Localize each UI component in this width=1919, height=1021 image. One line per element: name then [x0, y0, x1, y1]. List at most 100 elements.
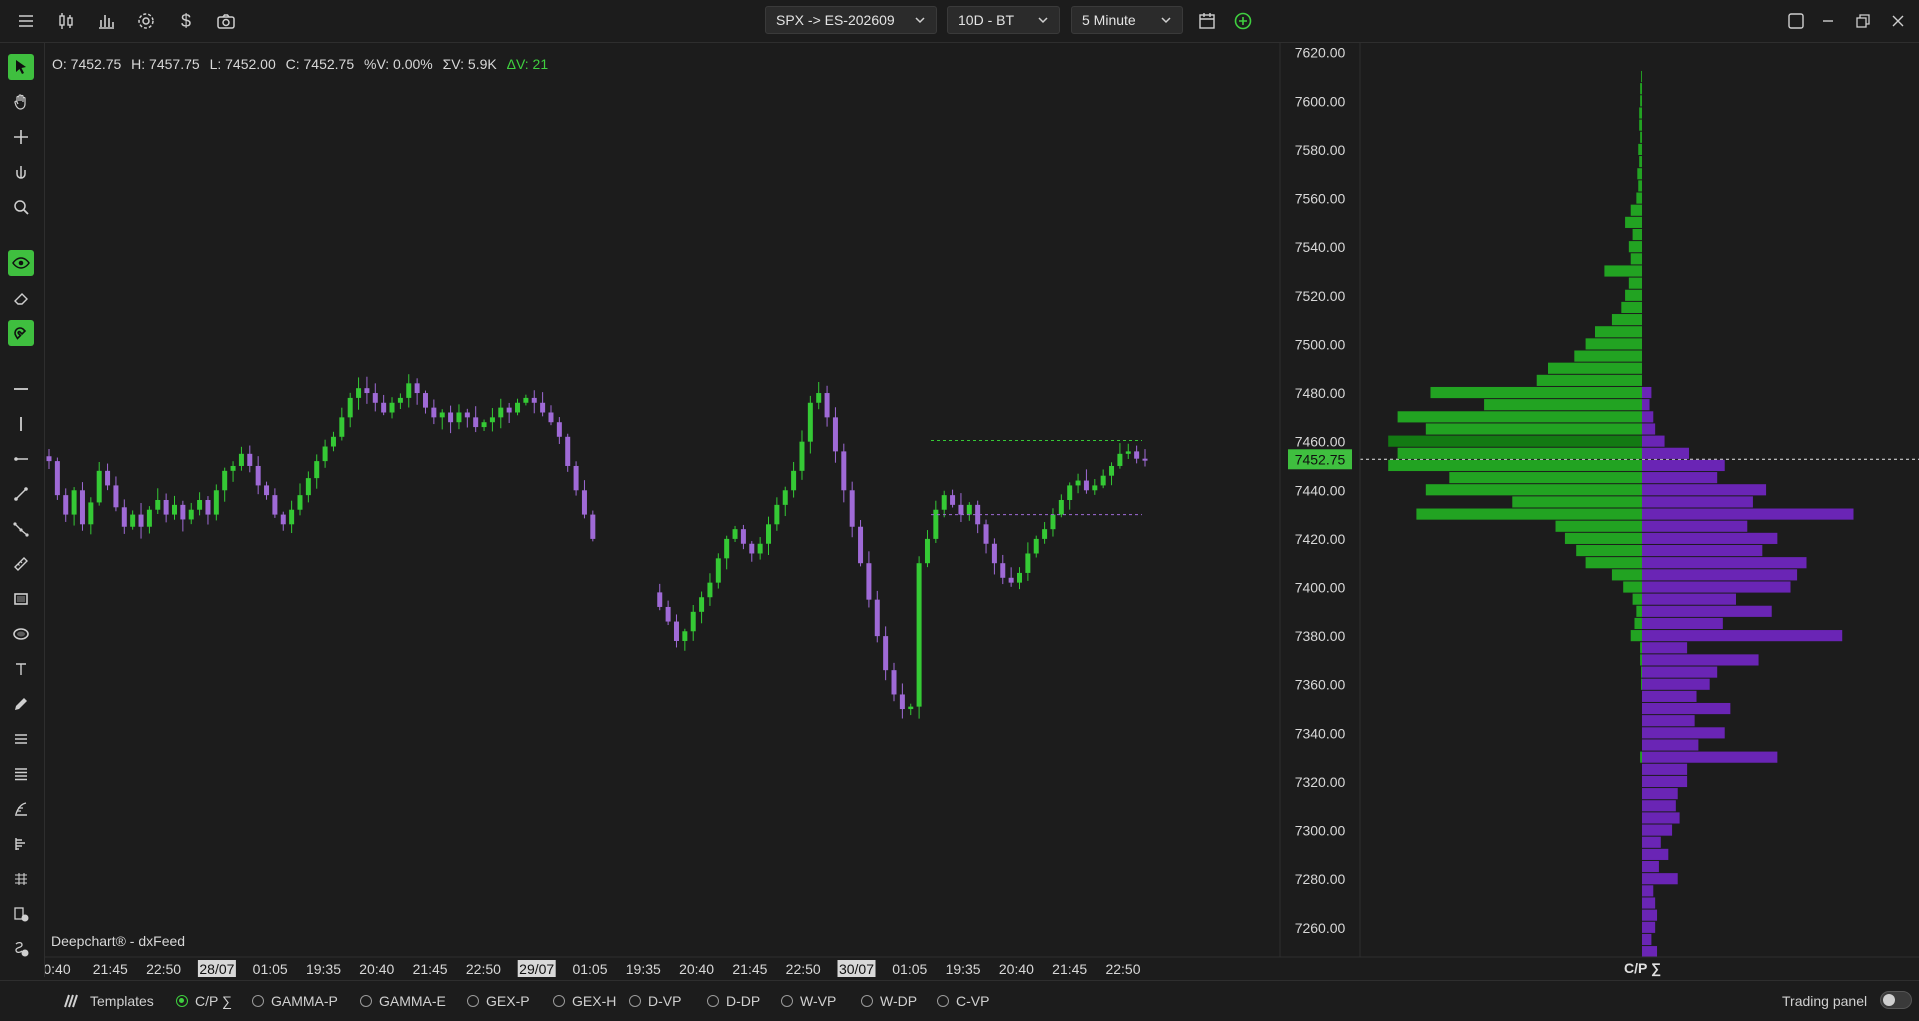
profile-bar-ask: [1642, 678, 1710, 690]
templates-button[interactable]: Templates: [62, 993, 154, 1009]
camera-icon[interactable]: [214, 9, 238, 33]
indicator-tab-label: GEX-P: [486, 993, 530, 1009]
levels-tool[interactable]: [8, 761, 34, 787]
candle-body: [515, 402, 521, 413]
indicator-tab-gex-h[interactable]: GEX-H: [553, 993, 616, 1009]
eraser-tool[interactable]: [8, 285, 34, 311]
candle-body: [238, 453, 244, 466]
heatmap-tool[interactable]: [8, 866, 34, 892]
pan-tool[interactable]: [8, 89, 34, 115]
candle-body: [54, 461, 60, 496]
profile-bar-bid: [1484, 399, 1642, 411]
indicator-tab-gamma-e[interactable]: GAMMA-E: [360, 993, 446, 1009]
indicator-tab-w-vp[interactable]: W-VP: [781, 993, 836, 1009]
profile-bar-bid: [1574, 350, 1642, 362]
candle-body: [573, 465, 579, 491]
indicator-tab-gamma-p[interactable]: GAMMA-P: [252, 993, 338, 1009]
candle-body: [314, 461, 320, 479]
horizontal-line-tool[interactable]: [8, 376, 34, 402]
restore-icon[interactable]: [1851, 9, 1875, 33]
magnet-cursor-tool[interactable]: [8, 159, 34, 185]
candle-body: [322, 446, 328, 462]
profile-bar-ask: [1642, 824, 1673, 836]
layout-icon[interactable]: [1784, 9, 1808, 33]
ellipse-tool[interactable]: [8, 621, 34, 647]
profile-bar-bid: [1625, 289, 1642, 301]
fibonacci-tool[interactable]: [8, 726, 34, 752]
candle-body: [197, 500, 203, 510]
indicator-tab-w-dp[interactable]: W-DP: [861, 993, 917, 1009]
settings-gear-icon[interactable]: [134, 9, 158, 33]
candle-body: [1109, 465, 1115, 476]
candle-body: [1134, 451, 1140, 459]
candle-body: [565, 436, 571, 466]
volume-profile-tool[interactable]: [8, 796, 34, 822]
trading-panel-label: Trading panel: [1782, 993, 1867, 1009]
pencil-tool[interactable]: [8, 691, 34, 717]
price-chart[interactable]: 7620.00 7600.00 7580.00 7560.00 7540.00 7520.…: [45, 43, 1919, 977]
crosshair-tool[interactable]: [8, 124, 34, 150]
candle-body: [456, 412, 462, 423]
profile-bar-bid: [1640, 131, 1642, 143]
strategy-tool[interactable]: [8, 936, 34, 962]
vertical-line-tool[interactable]: [8, 411, 34, 437]
calendar-icon[interactable]: [1195, 9, 1219, 33]
interval-dropdown[interactable]: 5 Minute: [1071, 6, 1183, 34]
profile-bar-ask: [1642, 496, 1753, 508]
text-tool[interactable]: [8, 656, 34, 682]
pointer-tool[interactable]: [8, 54, 34, 80]
profile-bar-ask: [1642, 459, 1725, 472]
polyline-tool[interactable]: [8, 516, 34, 542]
ruler-tool[interactable]: [8, 551, 34, 577]
candle-body: [690, 611, 696, 632]
candle-body: [807, 402, 813, 442]
candle-body: [774, 504, 780, 525]
profile-bar-bid: [1536, 374, 1642, 386]
indicator-tab-d-dp[interactable]: D-DP: [707, 993, 760, 1009]
fixed-range-profile-tool[interactable]: [8, 831, 34, 857]
ray-tool[interactable]: [8, 446, 34, 472]
candle-body: [1025, 553, 1031, 573]
trading-panel-toggle[interactable]: [1880, 991, 1912, 1009]
menu-icon[interactable]: [14, 9, 38, 33]
candlestick-chart-icon[interactable]: [54, 9, 78, 33]
profile-bar-bid: [1604, 265, 1642, 277]
range-dropdown[interactable]: 10D - BT: [947, 6, 1060, 34]
profile-bar-bid: [1449, 472, 1642, 484]
radio-icon: [937, 995, 949, 1007]
minimize-icon[interactable]: [1816, 9, 1840, 33]
profile-bar-ask: [1642, 933, 1652, 946]
candle-body: [506, 407, 512, 413]
candle-body: [364, 388, 370, 394]
profile-bar-bid: [1640, 95, 1642, 107]
radio-icon: [553, 995, 565, 1007]
indicator-tab-d-vp[interactable]: D-VP: [629, 993, 681, 1009]
candle-body: [347, 397, 353, 418]
trend-line-tool[interactable]: [8, 481, 34, 507]
profile-bar-ask: [1642, 775, 1688, 788]
symbol-dropdown[interactable]: SPX -> ES-202609: [765, 6, 937, 34]
rectangle-tool[interactable]: [8, 586, 34, 612]
indicator-tab-c-p[interactable]: C/P ∑: [176, 993, 232, 1009]
candle-body: [841, 451, 847, 491]
indicator-tab-gex-p[interactable]: GEX-P: [467, 993, 530, 1009]
bar-chart-icon[interactable]: [94, 9, 118, 33]
profile-bar-bid: [1640, 654, 1642, 666]
strategy-dollar-icon: [15, 941, 29, 957]
visibility-toggle[interactable]: [8, 250, 34, 276]
time-tick-label: 29/07: [519, 961, 554, 977]
dollar-icon[interactable]: $: [174, 9, 198, 33]
candle-body: [1125, 451, 1131, 454]
zoom-tool[interactable]: [8, 194, 34, 220]
candle-body: [1067, 485, 1073, 500]
order-tool[interactable]: [8, 901, 34, 927]
candle-body: [540, 402, 546, 413]
close-icon[interactable]: [1886, 9, 1910, 33]
profile-bar-bid: [1636, 192, 1642, 204]
add-chart-icon[interactable]: [1231, 9, 1255, 33]
indicator-tab-c-vp[interactable]: C-VP: [937, 993, 989, 1009]
magnet-toggle[interactable]: [8, 320, 34, 346]
time-tick-label: 22:50: [1105, 961, 1140, 977]
candle-body: [908, 706, 914, 710]
profile-bar-bid: [1630, 253, 1642, 265]
